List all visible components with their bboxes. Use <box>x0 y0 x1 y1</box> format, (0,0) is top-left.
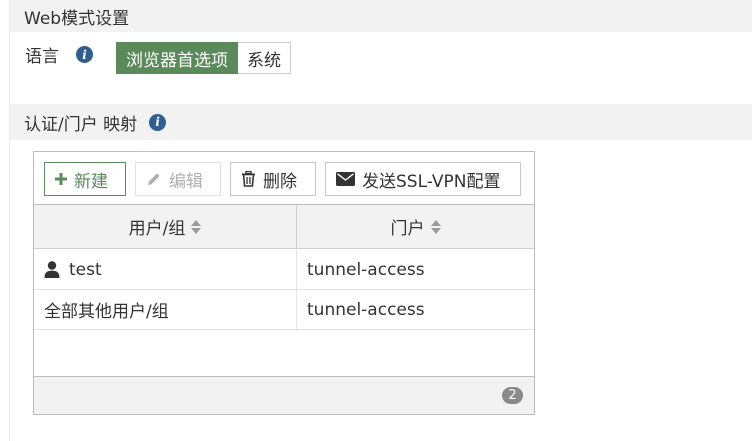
column-header-user-group[interactable]: 用户/组 <box>34 205 296 248</box>
left-border <box>0 0 10 441</box>
auth-portal-title: 认证/门户 映射 <box>24 114 138 135</box>
cell-portal: tunnel-access <box>296 290 534 329</box>
language-option-system[interactable]: 系统 <box>238 42 291 74</box>
sort-icon <box>191 219 202 234</box>
column-header-user-group-label: 用户/组 <box>128 219 186 239</box>
column-header-portal[interactable]: 门户 <box>296 205 534 248</box>
web-mode-title: Web模式设置 <box>24 8 130 29</box>
table-toolbar: 新建 编辑 删除 发送SSL-VPN配置 <box>44 162 521 196</box>
portal-name: tunnel-access <box>307 299 425 320</box>
mapping-table: 新建 编辑 删除 发送SSL-VPN配置 用户/组 门户 test tunnel… <box>33 151 535 415</box>
auth-portal-section-header: 认证/门户 映射 i <box>10 104 752 140</box>
trash-icon <box>242 171 255 187</box>
web-mode-section-header: Web模式设置 <box>10 0 752 32</box>
pencil-icon <box>148 173 160 185</box>
language-option-browser[interactable]: 浏览器首选项 <box>116 42 238 74</box>
send-button-label: 发送SSL-VPN配置 <box>362 171 501 192</box>
table-row[interactable]: test tunnel-access <box>34 250 534 290</box>
sort-icon <box>430 219 441 234</box>
cell-user-group: test <box>34 250 296 289</box>
delete-button[interactable]: 删除 <box>230 162 316 196</box>
send-ssl-vpn-config-button[interactable]: 发送SSL-VPN配置 <box>325 162 521 196</box>
cell-user-group: 全部其他用户/组 <box>34 290 296 329</box>
new-button[interactable]: 新建 <box>44 162 126 196</box>
user-icon <box>44 261 60 278</box>
language-label: 语言 <box>25 47 59 67</box>
plus-icon <box>55 173 67 185</box>
portal-name: tunnel-access <box>307 259 425 280</box>
user-group-name: test <box>69 259 102 280</box>
language-info-icon[interactable]: i <box>76 46 93 63</box>
table-row[interactable]: 全部其他用户/组 tunnel-access <box>34 290 534 330</box>
envelope-icon <box>336 172 355 186</box>
new-button-label: 新建 <box>74 171 108 192</box>
auth-portal-info-icon[interactable]: i <box>149 113 167 131</box>
cell-portal: tunnel-access <box>296 250 534 289</box>
column-header-portal-label: 门户 <box>390 219 425 239</box>
table-header: 用户/组 门户 <box>34 204 534 249</box>
table-footer: 2 <box>34 376 534 414</box>
row-count-badge: 2 <box>502 387 523 404</box>
edit-button-label: 编辑 <box>169 171 203 192</box>
user-group-name: 全部其他用户/组 <box>44 302 169 322</box>
language-toggle: 浏览器首选项 系统 <box>116 42 291 74</box>
edit-button[interactable]: 编辑 <box>135 162 221 196</box>
delete-button-label: 删除 <box>263 171 297 192</box>
